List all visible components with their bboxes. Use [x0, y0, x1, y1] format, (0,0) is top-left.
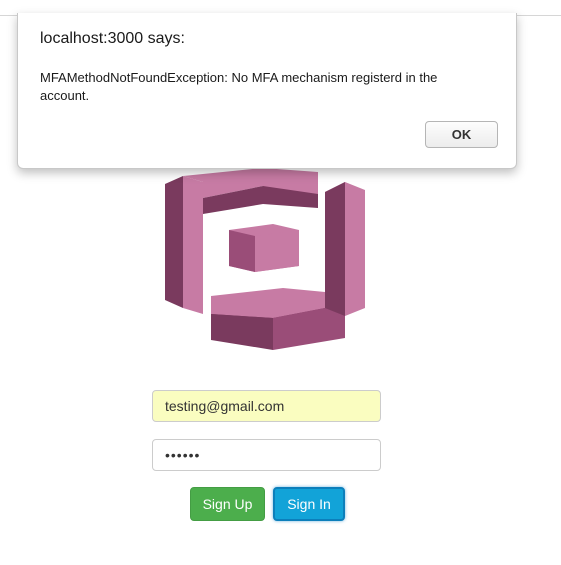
page: Sign Up Sign In localhost:3000 says: MFA…	[0, 0, 561, 565]
aws-cognito-logo-icon	[165, 168, 365, 350]
ok-button[interactable]: OK	[425, 121, 498, 148]
alert-dialog: localhost:3000 says: MFAMethodNotFoundEx…	[17, 13, 517, 169]
email-field[interactable]	[152, 390, 381, 422]
dialog-message: MFAMethodNotFoundException: No MFA mecha…	[40, 70, 438, 103]
password-field[interactable]	[152, 439, 381, 471]
sign-up-button[interactable]: Sign Up	[190, 487, 265, 521]
sign-in-button[interactable]: Sign In	[273, 487, 345, 521]
dialog-title: localhost:3000 says:	[40, 30, 185, 47]
